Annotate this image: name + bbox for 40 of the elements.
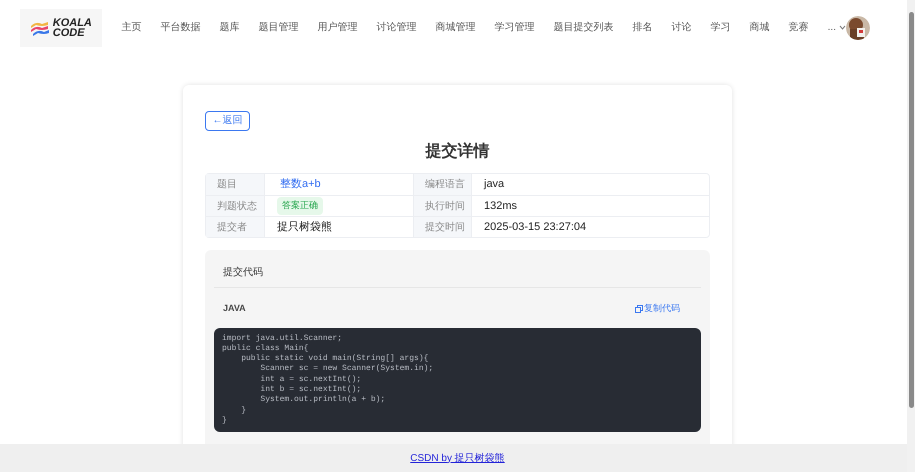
nav-link[interactable]: 平台数据	[160, 20, 201, 35]
logo-text: KOALA	[52, 18, 92, 28]
page-title: 提交详情	[424, 141, 490, 162]
status-tag: 答案正确	[277, 197, 323, 215]
nav-link[interactable]: 题目提交列表	[554, 20, 614, 35]
nav-link[interactable]: 题库	[220, 20, 240, 35]
nav-link[interactable]: 讨论	[672, 20, 692, 35]
detail-label: 提交时间	[413, 217, 472, 237]
nav-link[interactable]: 排名	[632, 20, 653, 35]
detail-value: 132ms	[484, 198, 518, 214]
detail-value: 捉只树袋熊	[277, 220, 332, 235]
detail-value: 2025-03-15 23:27:04	[484, 220, 586, 235]
detail-label: 编程语言	[413, 174, 472, 195]
copy-icon	[635, 304, 643, 313]
stripes-icon	[30, 20, 50, 36]
nav-link[interactable]: 学习管理	[494, 20, 535, 35]
back-button[interactable]: ←返回	[205, 110, 250, 130]
nav-link[interactable]: 商城管理	[436, 20, 476, 35]
detail-label: 提交者	[206, 217, 265, 237]
nav-link[interactable]: 学习	[710, 20, 731, 35]
code-block: import java.util.Scanner; public class Main{ public static void main(String[] args){ Scanner sc = new Scanner(System.in); int a = sc.nextInt(); int b = sc.nextInt(); System.out.println(a + b); } }	[214, 328, 701, 432]
nav-link[interactable]: 竞赛	[788, 20, 809, 35]
footer-link[interactable]: CSDN by 捉只树袋熊	[410, 450, 505, 466]
detail-label: 题目	[206, 174, 265, 195]
nav-link[interactable]: 主页	[122, 20, 142, 35]
nav-link[interactable]: 讨论管理	[376, 20, 417, 35]
problem-link[interactable]: 整数a+b	[280, 176, 321, 193]
nav-link[interactable]: 用户管理	[318, 20, 358, 35]
detail-label: 执行时间	[413, 196, 472, 216]
language-label: JAVA	[223, 302, 246, 315]
logo[interactable]: KOALA CODE	[20, 8, 102, 46]
chevron-down-icon	[839, 25, 846, 30]
detail-label: 判题状态	[206, 196, 265, 216]
panel-title: 提交代码	[214, 250, 701, 288]
more-menu[interactable]: ...	[828, 20, 846, 35]
detail-value: java	[484, 177, 504, 192]
logo-text: CODE	[52, 28, 86, 38]
copy-code-button[interactable]: 复制代码	[635, 302, 680, 316]
nav-link[interactable]: 题目管理	[258, 20, 299, 35]
nav-link[interactable]: 商城	[750, 20, 770, 35]
